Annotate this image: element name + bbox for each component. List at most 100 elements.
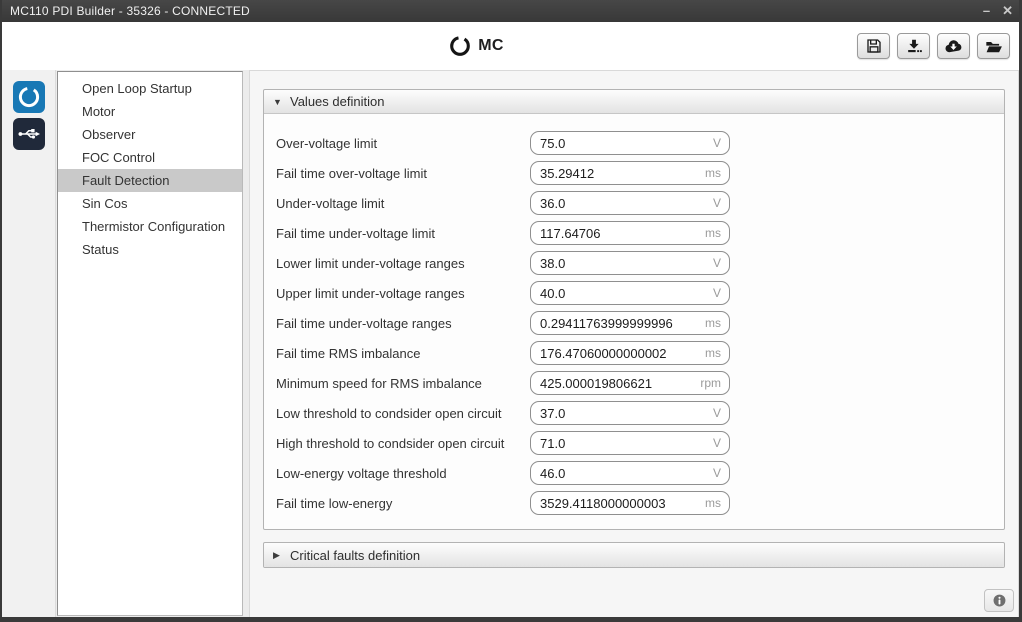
value-field[interactable] bbox=[533, 196, 709, 211]
info-circle-icon bbox=[992, 593, 1007, 608]
lower-limit-under-voltage-ranges-input[interactable]: V bbox=[530, 251, 730, 275]
value-row: Fail time RMS imbalance ms bbox=[276, 338, 992, 368]
unit-label: ms bbox=[701, 346, 721, 360]
nav-panel: Open Loop Startup Motor Observer FOC Con… bbox=[57, 71, 243, 616]
unit-label: V bbox=[709, 256, 721, 270]
field-label: Fail time under-voltage limit bbox=[276, 226, 530, 241]
value-row: Low-energy voltage threshold V bbox=[276, 458, 992, 488]
values-definition-title: Values definition bbox=[290, 94, 384, 109]
unit-label: ms bbox=[701, 226, 721, 240]
upper-limit-under-voltage-ranges-input[interactable]: V bbox=[530, 281, 730, 305]
cloud-download-icon bbox=[943, 36, 964, 57]
rail-usb-button[interactable] bbox=[13, 118, 45, 150]
nav-item-motor[interactable]: Motor bbox=[58, 100, 242, 123]
fail-time-under-voltage-limit-input[interactable]: ms bbox=[530, 221, 730, 245]
high-threshold-open-circuit-input[interactable]: V bbox=[530, 431, 730, 455]
value-field[interactable] bbox=[533, 406, 709, 421]
app-window: MC110 PDI Builder - 35326 - CONNECTED – … bbox=[0, 0, 1022, 622]
field-label: Upper limit under-voltage ranges bbox=[276, 286, 530, 301]
expand-arrow-icon: ▶ bbox=[273, 550, 283, 561]
collapse-arrow-icon: ▼ bbox=[273, 97, 283, 107]
field-label: Lower limit under-voltage ranges bbox=[276, 256, 530, 271]
download-arrow-icon bbox=[904, 36, 924, 56]
nav-item-status[interactable]: Status bbox=[58, 238, 242, 261]
value-field[interactable] bbox=[533, 136, 709, 151]
value-row: Fail time under-voltage ranges ms bbox=[276, 308, 992, 338]
mc-logo-circle-icon bbox=[449, 35, 471, 57]
field-label: Under-voltage limit bbox=[276, 196, 530, 211]
value-row: Upper limit under-voltage ranges V bbox=[276, 278, 992, 308]
minimum-speed-rms-imbalance-input[interactable]: rpm bbox=[530, 371, 730, 395]
save-button[interactable] bbox=[857, 33, 890, 59]
field-label: Low-energy voltage threshold bbox=[276, 466, 530, 481]
value-field[interactable] bbox=[533, 376, 696, 391]
floppy-disk-icon bbox=[864, 36, 884, 56]
values-definition-section: ▼ Values definition Over-voltage limit V… bbox=[263, 89, 1005, 530]
value-row: Low threshold to condsider open circuit … bbox=[276, 398, 992, 428]
value-field[interactable] bbox=[533, 226, 701, 241]
field-label: Fail time under-voltage ranges bbox=[276, 316, 530, 331]
critical-faults-header[interactable]: ▶ Critical faults definition bbox=[264, 543, 1004, 567]
fail-time-rms-imbalance-input[interactable]: ms bbox=[530, 341, 730, 365]
minimize-button[interactable]: – bbox=[983, 0, 990, 22]
value-field[interactable] bbox=[533, 256, 709, 271]
window-body: Open Loop Startup Motor Observer FOC Con… bbox=[2, 70, 1019, 617]
value-row: Fail time low-energy ms bbox=[276, 488, 992, 518]
unit-label: V bbox=[709, 196, 721, 210]
value-field[interactable] bbox=[533, 166, 701, 181]
nav-item-open-loop-startup[interactable]: Open Loop Startup bbox=[58, 77, 242, 100]
value-field[interactable] bbox=[533, 286, 709, 301]
low-threshold-open-circuit-input[interactable]: V bbox=[530, 401, 730, 425]
values-definition-content: Over-voltage limit V Fail time over-volt… bbox=[264, 114, 1004, 529]
fail-time-under-voltage-ranges-input[interactable]: ms bbox=[530, 311, 730, 335]
download-button[interactable] bbox=[897, 33, 930, 59]
over-voltage-limit-input[interactable]: V bbox=[530, 131, 730, 155]
unit-label: ms bbox=[701, 496, 721, 510]
value-row: Lower limit under-voltage ranges V bbox=[276, 248, 992, 278]
rail-mc-button[interactable] bbox=[13, 81, 45, 113]
main-panel: ▼ Values definition Over-voltage limit V… bbox=[249, 70, 1019, 617]
value-field[interactable] bbox=[533, 436, 709, 451]
open-file-button[interactable] bbox=[977, 33, 1010, 59]
info-button[interactable] bbox=[984, 589, 1014, 612]
fail-time-over-voltage-limit-input[interactable]: ms bbox=[530, 161, 730, 185]
toolbar: MC bbox=[2, 22, 1019, 70]
field-label: Low threshold to condsider open circuit bbox=[276, 406, 530, 421]
nav-item-observer[interactable]: Observer bbox=[58, 123, 242, 146]
mc-logo-text: MC bbox=[478, 37, 503, 55]
critical-faults-title: Critical faults definition bbox=[290, 548, 420, 563]
field-label: Over-voltage limit bbox=[276, 136, 530, 151]
left-rail bbox=[2, 70, 56, 617]
value-row: High threshold to condsider open circuit… bbox=[276, 428, 992, 458]
close-button[interactable]: ✕ bbox=[1002, 0, 1013, 22]
titlebar: MC110 PDI Builder - 35326 - CONNECTED – … bbox=[0, 0, 1022, 22]
nav-item-fault-detection[interactable]: Fault Detection bbox=[58, 169, 242, 192]
field-label: Fail time low-energy bbox=[276, 496, 530, 511]
value-row: Minimum speed for RMS imbalance rpm bbox=[276, 368, 992, 398]
open-folder-icon bbox=[983, 36, 1004, 57]
nav-item-thermistor-configuration[interactable]: Thermistor Configuration bbox=[58, 215, 242, 238]
field-label: Fail time over-voltage limit bbox=[276, 166, 530, 181]
nav-item-sin-cos[interactable]: Sin Cos bbox=[58, 192, 242, 215]
unit-label: V bbox=[709, 136, 721, 150]
under-voltage-limit-input[interactable]: V bbox=[530, 191, 730, 215]
cloud-download-button[interactable] bbox=[937, 33, 970, 59]
value-field[interactable] bbox=[533, 466, 709, 481]
usb-trident-icon bbox=[17, 122, 41, 146]
mc-logo: MC bbox=[0, 22, 985, 70]
values-definition-header[interactable]: ▼ Values definition bbox=[264, 90, 1004, 114]
low-energy-voltage-threshold-input[interactable]: V bbox=[530, 461, 730, 485]
field-label: Minimum speed for RMS imbalance bbox=[276, 376, 530, 391]
fail-time-low-energy-input[interactable]: ms bbox=[530, 491, 730, 515]
field-label: Fail time RMS imbalance bbox=[276, 346, 530, 361]
window-title: MC110 PDI Builder - 35326 - CONNECTED bbox=[0, 4, 250, 18]
unit-label: V bbox=[709, 436, 721, 450]
value-field[interactable] bbox=[533, 346, 701, 361]
value-row: Fail time under-voltage limit ms bbox=[276, 218, 992, 248]
value-field[interactable] bbox=[533, 496, 701, 511]
value-row: Fail time over-voltage limit ms bbox=[276, 158, 992, 188]
nav-item-foc-control[interactable]: FOC Control bbox=[58, 146, 242, 169]
unit-label: V bbox=[709, 286, 721, 300]
unit-label: V bbox=[709, 466, 721, 480]
value-field[interactable] bbox=[533, 316, 701, 331]
